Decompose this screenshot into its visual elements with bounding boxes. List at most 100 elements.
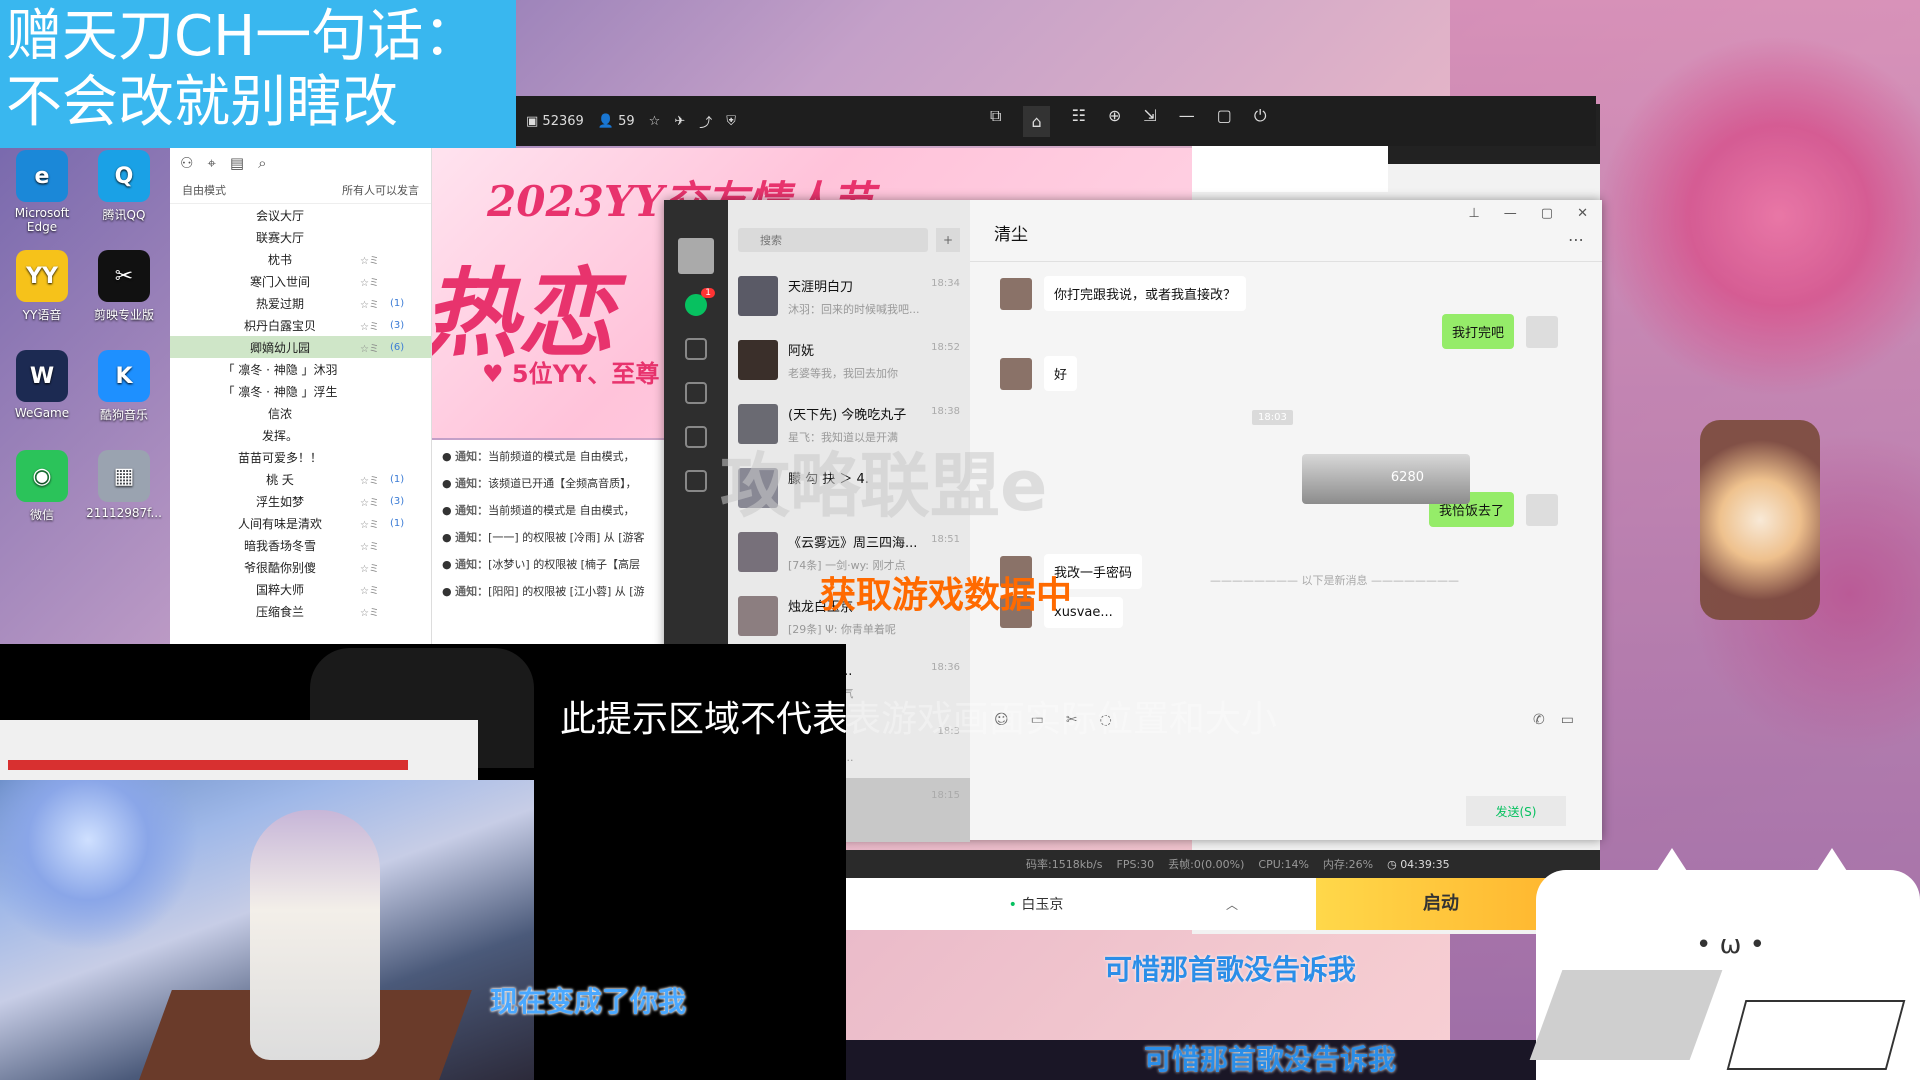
contact-time: 18:38 bbox=[931, 406, 960, 417]
maximize-icon[interactable]: ▢ bbox=[1541, 206, 1553, 221]
send-button[interactable]: 发送(S) bbox=[1466, 796, 1566, 826]
favorites-nav-icon[interactable] bbox=[685, 382, 707, 404]
desktop-icon[interactable]: K 酷狗音乐 bbox=[86, 350, 162, 423]
channel-item[interactable]: 人间有味是清欢 ☆ミ (1) bbox=[170, 512, 431, 534]
location-icon[interactable]: ⌖ bbox=[207, 154, 215, 176]
channel-item[interactable]: 联赛大厅 bbox=[170, 226, 431, 248]
avatar[interactable] bbox=[678, 238, 714, 274]
contacts-nav-icon[interactable] bbox=[685, 338, 707, 360]
contact-time: 18:34 bbox=[931, 278, 960, 289]
close-icon[interactable]: ✕ bbox=[1577, 206, 1588, 221]
message-avatar[interactable] bbox=[1000, 357, 1032, 390]
maximize-icon[interactable]: ▢ bbox=[1217, 106, 1232, 137]
minimize-icon[interactable]: — bbox=[1179, 106, 1195, 137]
channel-item[interactable]: 寒门入世间 ☆ミ bbox=[170, 270, 431, 292]
channel-item[interactable]: 桃 夭 ☆ミ (1) bbox=[170, 468, 431, 490]
favorite-icon[interactable]: ☆ bbox=[649, 114, 661, 129]
chat-message[interactable]: 我打完吧 bbox=[1441, 314, 1558, 349]
banner-line-2: 不会改就别瞎改 bbox=[6, 70, 398, 135]
board-icon[interactable]: ▤ bbox=[230, 154, 244, 176]
pin-icon[interactable]: ⊥ bbox=[1468, 206, 1479, 221]
desktop-icon[interactable]: ✂ 剪映专业版 bbox=[86, 250, 162, 323]
channel-mode: 自由模式 bbox=[182, 184, 226, 197]
channel-count: (6) bbox=[390, 341, 405, 353]
files-nav-icon[interactable] bbox=[685, 426, 707, 448]
gamepad-icon[interactable]: ⊕ bbox=[1108, 106, 1121, 137]
message-avatar[interactable] bbox=[1000, 277, 1032, 310]
notice-text: [冰梦い] 的权限被 [楠子【高层 bbox=[488, 558, 640, 571]
channel-item[interactable]: 爷很酷你别傻 ☆ミ bbox=[170, 556, 431, 578]
channel-count: (1) bbox=[390, 473, 405, 485]
launch-button[interactable]: 启动 bbox=[1316, 878, 1566, 930]
message-bubble: 我打完吧 bbox=[1441, 314, 1514, 349]
shrink-icon[interactable]: ⇲ bbox=[1143, 106, 1156, 137]
channel-item[interactable]: 枕书 ☆ミ bbox=[170, 248, 431, 270]
app-icon: e bbox=[16, 150, 68, 202]
share-icon[interactable]: ⤴ bbox=[699, 112, 712, 131]
channel-item[interactable]: 信浓 bbox=[170, 402, 431, 424]
desktop-icon[interactable]: ▦ 21112987f... bbox=[86, 450, 162, 520]
channel-item[interactable]: 「 凛冬 · 神隐 」浮生 bbox=[170, 380, 431, 402]
chat-nav-icon[interactable]: 1 bbox=[685, 288, 715, 316]
contact-avatar bbox=[738, 340, 778, 380]
contact-preview: 沐羽：回来的时候喊我吧... bbox=[788, 303, 920, 316]
user-icon[interactable]: ⚇ bbox=[180, 154, 193, 176]
chat-message[interactable]: 好 bbox=[1000, 356, 1078, 391]
channel-name: 压缩食兰 bbox=[255, 604, 304, 619]
channel-item[interactable]: 暗我香场冬雪 ☆ミ bbox=[170, 534, 431, 556]
channel-item[interactable]: 苗苗可爱多！！ bbox=[170, 446, 431, 468]
cat-ear bbox=[1646, 848, 1698, 888]
screen-icon[interactable]: ⧉ bbox=[990, 106, 1001, 137]
channel-stars: ☆ミ bbox=[360, 497, 379, 509]
channel-item[interactable]: 枳丹白露宝贝 ☆ミ (3) bbox=[170, 314, 431, 336]
notice-label: 通知： bbox=[455, 504, 489, 517]
phone-icon[interactable]: ✆ bbox=[1533, 712, 1545, 728]
info-icon: ● bbox=[442, 504, 452, 517]
desktop-icon[interactable]: e Microsoft Edge bbox=[4, 150, 80, 234]
desktop-icon[interactable]: W WeGame bbox=[4, 350, 80, 420]
message-avatar[interactable] bbox=[1526, 493, 1558, 526]
list-icon[interactable]: ☷ bbox=[1072, 106, 1086, 137]
channel-item[interactable]: 发挥。 bbox=[170, 424, 431, 446]
chevron-up-icon[interactable]: ︿ bbox=[1226, 896, 1286, 913]
contact-item[interactable]: 天涯明白刀 沐羽：回来的时候喊我吧... 18:34 bbox=[728, 266, 970, 330]
contact-item[interactable]: 阿妩 老婆等我，我回去加你 18:52 bbox=[728, 330, 970, 394]
search-input[interactable] bbox=[738, 228, 928, 252]
info-icon: ● bbox=[442, 585, 452, 598]
search-icon[interactable]: ⌕ bbox=[258, 154, 266, 176]
channel-item[interactable]: 卿嫡幼儿园 ☆ミ (6) bbox=[170, 336, 431, 358]
shield-icon[interactable]: ⛨ bbox=[726, 114, 736, 129]
server-select[interactable]: 白玉京 bbox=[846, 894, 1226, 914]
channel-item[interactable]: 热爱过期 ☆ミ (1) bbox=[170, 292, 431, 314]
chat-message[interactable]: 你打完跟我说，或者我直接改？ bbox=[1000, 276, 1247, 311]
bongo-cat: • ω • bbox=[1529, 848, 1920, 1080]
contact-avatar bbox=[738, 276, 778, 316]
channel-mode-row: 自由模式 所有人可以发言 bbox=[170, 182, 431, 204]
desktop-icon[interactable]: Q 腾讯QQ bbox=[86, 150, 162, 223]
more-icon[interactable]: ⋯ bbox=[1568, 230, 1584, 249]
channel-item[interactable]: 国粹大师 ☆ミ bbox=[170, 578, 431, 600]
plane-icon[interactable]: ✈ bbox=[674, 114, 685, 129]
notice-label: 通知： bbox=[455, 585, 489, 598]
unread-badge: 1 bbox=[701, 288, 715, 298]
minimize-icon[interactable]: — bbox=[1504, 206, 1517, 221]
channel-item[interactable]: 「 凛冬 · 神隐 」沐羽 bbox=[170, 358, 431, 380]
call-tools: ✆ ▭ bbox=[1533, 712, 1574, 728]
channel-item[interactable]: 浮生如梦 ☆ミ (3) bbox=[170, 490, 431, 512]
desktop-icon[interactable]: YY YY语音 bbox=[4, 250, 80, 323]
app-icon: Q bbox=[98, 150, 150, 202]
notice-text: 当前频道的模式是 自由模式， bbox=[488, 450, 635, 463]
contact-time: 18:15 bbox=[931, 790, 960, 801]
moments-nav-icon[interactable] bbox=[685, 470, 707, 492]
share-card[interactable]: 6280 bbox=[1302, 454, 1470, 504]
power-icon[interactable]: ⏻ bbox=[1254, 106, 1267, 137]
channel-item[interactable]: 会议大厅 bbox=[170, 204, 431, 226]
message-avatar[interactable] bbox=[1526, 315, 1558, 348]
mouse-pad bbox=[1529, 970, 1723, 1060]
channel-item[interactable]: 压缩食兰 ☆ミ bbox=[170, 600, 431, 622]
home-icon[interactable]: ⌂ bbox=[1023, 105, 1050, 137]
add-icon[interactable]: + bbox=[936, 228, 960, 252]
video-icon[interactable]: ▭ bbox=[1561, 712, 1574, 728]
tip-text: 此提示区域不代表 bbox=[560, 699, 849, 740]
desktop-icon[interactable]: ◉ 微信 bbox=[4, 450, 80, 523]
